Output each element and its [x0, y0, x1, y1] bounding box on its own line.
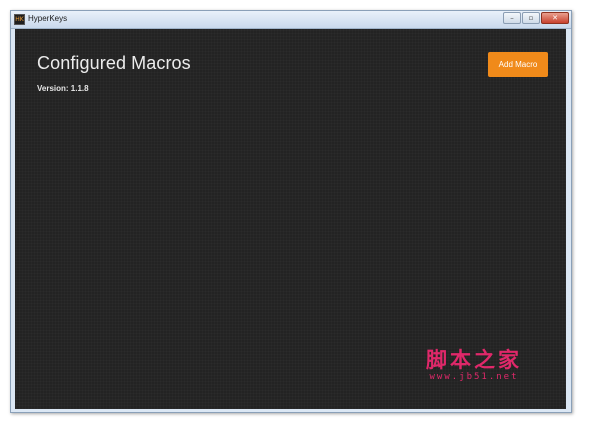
- page-title: Configured Macros: [37, 53, 191, 73]
- watermark: 脚本之家 www.jb51.net: [426, 348, 522, 383]
- app-icon: HK: [14, 14, 25, 25]
- title-bar[interactable]: HK HyperKeys – ▫ ✕: [11, 11, 571, 29]
- window-controls: – ▫ ✕: [503, 12, 569, 25]
- app-window: HK HyperKeys – ▫ ✕ Configured Macros Ver…: [10, 10, 572, 413]
- close-button[interactable]: ✕: [541, 12, 569, 24]
- add-macro-button[interactable]: Add Macro: [488, 52, 548, 77]
- window-title: HyperKeys: [28, 14, 68, 23]
- maximize-button[interactable]: ▫: [522, 12, 540, 24]
- watermark-url: www.jb51.net: [429, 372, 519, 382]
- main-content: Configured Macros Version: 1.1.8 Add Mac…: [15, 29, 566, 409]
- watermark-title: 脚本之家: [426, 347, 522, 372]
- version-label: Version: 1.1.8: [37, 84, 89, 93]
- minimize-button[interactable]: –: [503, 12, 521, 24]
